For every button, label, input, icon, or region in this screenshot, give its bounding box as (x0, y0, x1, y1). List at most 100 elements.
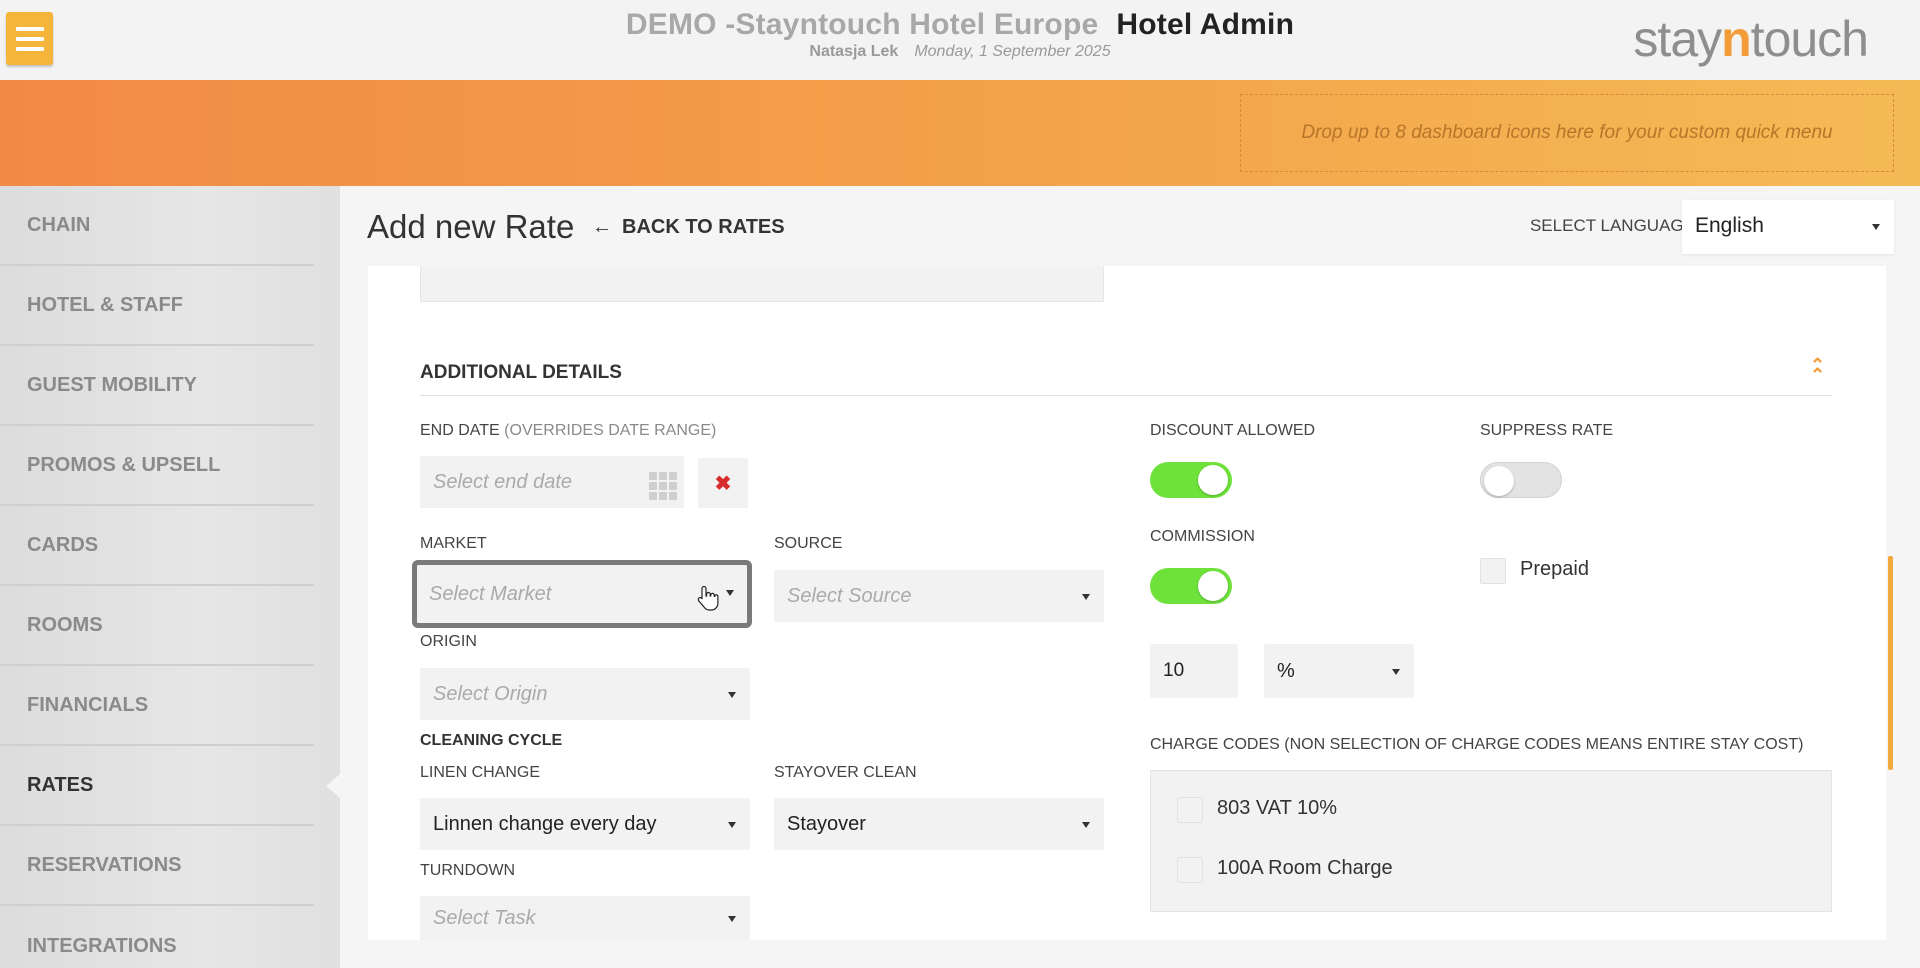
arrow-left-icon: ← (592, 216, 612, 238)
sidebar-item-label: CHAIN (27, 213, 91, 236)
linen-change-select[interactable]: Linnen change every day (420, 798, 750, 850)
origin-placeholder: Select Origin (433, 682, 548, 705)
sidebar-item-hotel-staff[interactable]: HOTEL & STAFF (0, 266, 314, 346)
app-name: Hotel Admin (1116, 8, 1295, 41)
sidebar: CHAIN HOTEL & STAFF GUEST MOBILITY PROMO… (0, 186, 340, 968)
chevron-down-icon (1872, 224, 1880, 230)
commission-amount-value: 10 (1163, 660, 1185, 681)
prepaid-checkbox[interactable] (1480, 558, 1506, 584)
top-bar: DEMO -Stayntouch Hotel Europe Hotel Admin… (0, 0, 1920, 80)
language-label: SELECT LANGUAGE (1529, 216, 1695, 235)
sidebar-item-label: INTEGRATIONS (27, 934, 177, 957)
language-value: English (1695, 214, 1764, 237)
description-field-bottom[interactable] (420, 266, 1104, 302)
charge-code-label: 100A Room Charge (1217, 857, 1393, 879)
quick-menu-band: Drop up to 8 dashboard icons here for yo… (0, 80, 1920, 186)
commission-unit-value: % (1277, 659, 1295, 682)
discount-allowed-label: DISCOUNT ALLOWED (1150, 422, 1316, 439)
sidebar-item-label: FINANCIALS (27, 693, 149, 716)
commission-label: COMMISSION (1150, 528, 1255, 545)
sidebar-item-chain[interactable]: CHAIN (0, 186, 314, 266)
sidebar-item-label: CARDS (27, 533, 99, 556)
cleaning-cycle-title: CLEANING CYCLE (420, 732, 563, 749)
section-divider (420, 395, 1832, 396)
origin-label: ORIGIN (420, 633, 477, 650)
back-to-rates-link[interactable]: ← BACK TO RATES (592, 216, 785, 239)
sidebar-item-label: PROMOS & UPSELL (27, 453, 221, 476)
sidebar-item-financials[interactable]: FINANCIALS (0, 666, 314, 746)
end-date-label-text: END DATE (420, 422, 500, 439)
commission-amount-input[interactable]: 10 (1150, 644, 1238, 698)
back-link-label: BACK TO RATES (622, 216, 785, 238)
end-date-label: END DATE (OVERRIDES DATE RANGE) (420, 422, 716, 440)
hand-cursor-icon (697, 585, 719, 611)
chevron-down-icon (728, 822, 736, 828)
suppress-rate-label: SUPPRESS RATE (1480, 422, 1614, 439)
page-title: Add new Rate (367, 208, 575, 245)
linen-change-label: LINEN CHANGE (420, 764, 541, 781)
section-title-additional-details: ADDITIONAL DETAILS (420, 362, 622, 383)
stayover-clean-label: STAYOVER CLEAN (774, 764, 917, 781)
suppress-rate-toggle[interactable] (1480, 462, 1562, 498)
sidebar-item-cards[interactable]: CARDS (0, 506, 314, 586)
clear-end-date-button[interactable]: ✖ (698, 458, 748, 508)
header-title: DEMO -Stayntouch Hotel Europe Hotel Admin… (0, 8, 1920, 61)
sidebar-item-label: ROOMS (27, 613, 103, 636)
close-icon: ✖ (714, 472, 732, 495)
logo-text-right: touch (1750, 11, 1869, 67)
prepaid-label: Prepaid (1520, 558, 1589, 580)
charge-code-label: 803 VAT 10% (1217, 797, 1338, 819)
page-header: Add new Rate ← BACK TO RATES SELECT LANG… (340, 186, 1920, 266)
commission-unit-select[interactable]: % (1264, 644, 1414, 698)
sidebar-item-guest-mobility[interactable]: GUEST MOBILITY (0, 346, 314, 426)
turndown-placeholder: Select Task (433, 906, 536, 929)
sidebar-item-label: HOTEL & STAFF (27, 293, 183, 316)
dropzone-text: Drop up to 8 dashboard icons here for yo… (1301, 122, 1833, 143)
origin-select[interactable]: Select Origin (420, 668, 750, 720)
end-date-placeholder: Select end date (433, 470, 572, 493)
hotel-name: DEMO -Stayntouch Hotel Europe (625, 8, 1099, 41)
discount-allowed-toggle[interactable] (1150, 462, 1232, 498)
sidebar-item-rates[interactable]: RATES (0, 746, 314, 826)
chevron-down-icon (1082, 594, 1090, 600)
charge-codes-list: 803 VAT 10% 100A Room Charge (1150, 770, 1832, 912)
source-select[interactable]: Select Source (774, 570, 1104, 622)
end-date-input[interactable]: Select end date (420, 456, 684, 508)
logo-text-left: stay (1633, 11, 1722, 67)
sidebar-item-reservations[interactable]: RESERVATIONS (0, 826, 314, 906)
collapse-chevrons-icon[interactable]: ⌃ ⌃ (1810, 356, 1825, 384)
sidebar-item-integrations[interactable]: INTEGRATIONS (0, 906, 314, 968)
chevron-down-icon (728, 916, 736, 922)
sidebar-item-promos-upsell[interactable]: PROMOS & UPSELL (0, 426, 314, 506)
commission-toggle[interactable] (1150, 568, 1232, 604)
charge-codes-label: CHARGE CODES (NON SELECTION OF CHARGE CO… (1150, 736, 1804, 753)
source-placeholder: Select Source (787, 584, 912, 607)
end-date-note: (OVERRIDES DATE RANGE) (504, 422, 717, 439)
user-name: Natasja Lek (809, 43, 899, 60)
business-date: Monday, 1 September 2025 (914, 43, 1111, 60)
sidebar-item-label: RESERVATIONS (27, 853, 182, 876)
scrollbar-thumb[interactable] (1888, 556, 1893, 770)
market-placeholder: Select Market (429, 582, 552, 605)
language-select[interactable]: English (1682, 200, 1894, 254)
toggle-knob (1198, 465, 1228, 495)
rate-form-panel: ADDITIONAL DETAILS ⌃ ⌃ END DATE (OVERRIDE… (368, 266, 1886, 940)
stayover-clean-select[interactable]: Stayover (774, 798, 1104, 850)
logo-text-n: n (1721, 11, 1752, 67)
chevron-down-icon (726, 590, 734, 596)
sidebar-item-label: GUEST MOBILITY (27, 373, 197, 396)
turndown-select[interactable]: Select Task (420, 896, 750, 940)
turndown-label: TURNDOWN (420, 862, 516, 879)
stayntouch-logo: stayntouch (1633, 10, 1869, 68)
toggle-knob (1198, 571, 1228, 601)
calendar-icon[interactable] (649, 472, 677, 500)
chevron-down-icon (728, 692, 736, 698)
quick-menu-dropzone[interactable]: Drop up to 8 dashboard icons here for yo… (1240, 94, 1894, 172)
sidebar-item-label: RATES (27, 773, 94, 796)
sidebar-item-rooms[interactable]: ROOMS (0, 586, 314, 666)
market-label: MARKET (420, 535, 487, 552)
charge-code-checkbox[interactable] (1177, 797, 1203, 823)
source-label: SOURCE (774, 535, 843, 552)
charge-code-checkbox[interactable] (1177, 857, 1203, 883)
active-indicator (326, 774, 340, 798)
